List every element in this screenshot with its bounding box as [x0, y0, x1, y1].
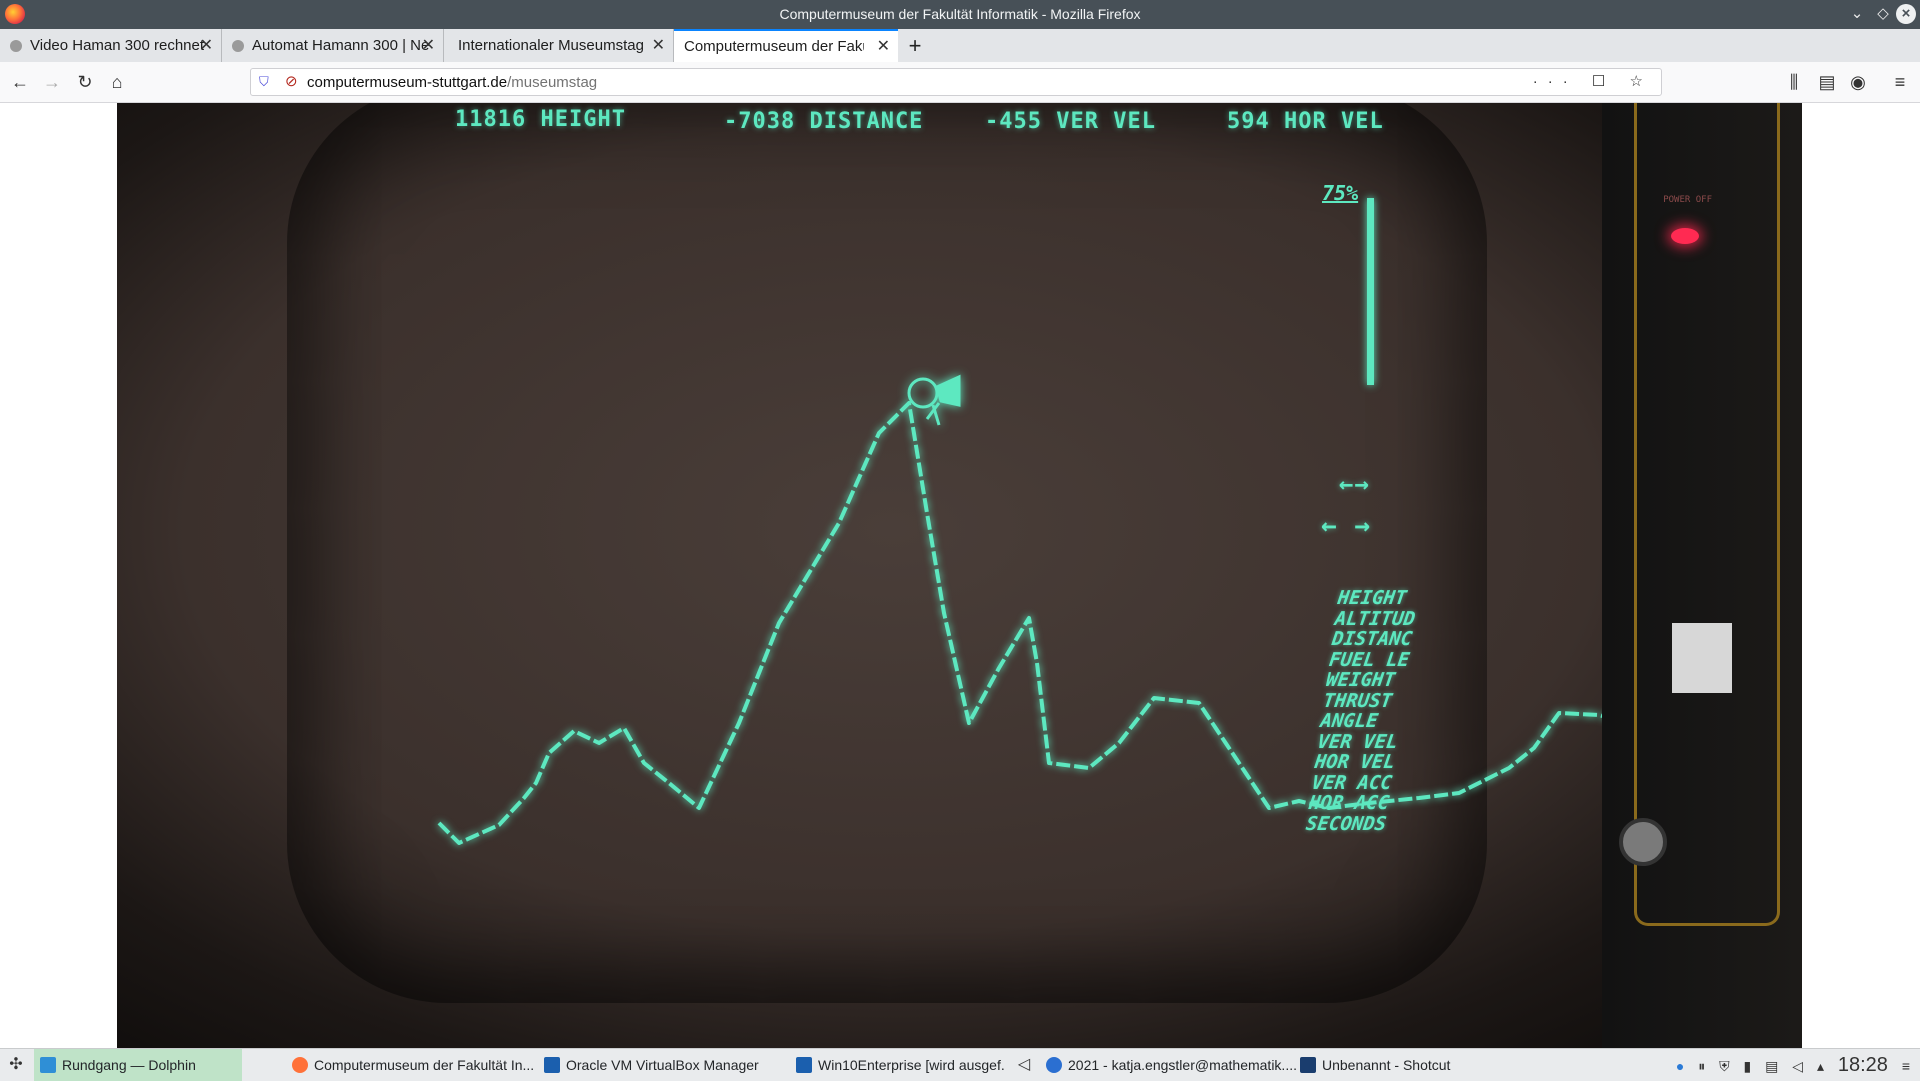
url-host: computermuseum-stuttgart.de: [307, 74, 508, 91]
navigation-bar: ← → ↻ ⌂ ⛉ ⊘ computermuseum-stuttgart.de/…: [0, 62, 1920, 103]
desktop-menu-icon[interactable]: ≡: [1902, 1050, 1910, 1082]
account-icon[interactable]: ◉: [1846, 70, 1870, 94]
taskbar-item-thunderbird[interactable]: 2021 - katja.engstler@mathematik....: [1040, 1049, 1296, 1081]
power-label: POWER OFF: [1663, 195, 1712, 205]
minimize-icon[interactable]: ⌄: [1846, 3, 1868, 25]
speaker-icon[interactable]: ◁: [1792, 1050, 1803, 1082]
url-path: /museumstag: [507, 74, 598, 91]
library-icon[interactable]: ⫼: [1782, 70, 1806, 94]
maximize-icon[interactable]: ◇: [1872, 3, 1894, 25]
cabinet-frame: [1634, 103, 1780, 926]
notification-icon[interactable]: ●: [1676, 1050, 1684, 1082]
system-tray: ● ⏸ ⛨ ▮ ▤ ◁ ▴ 18:28 ≡: [1666, 1049, 1910, 1081]
taskbar-item-shotcut[interactable]: Unbenannt - Shotcut: [1294, 1049, 1514, 1081]
taskbar-item-label: Computermuseum der Fakultät In...: [314, 1057, 534, 1073]
url-text[interactable]: computermuseum-stuttgart.de/museumstag: [307, 74, 597, 91]
taskbar-item-label: Oracle VM VirtualBox Manager: [566, 1057, 759, 1073]
page-actions[interactable]: ··· ☐ ☆: [1533, 72, 1653, 90]
window-title: Computermuseum der Fakultät Informatik -…: [779, 6, 1141, 22]
taskbar-item-virtualbox[interactable]: Oracle VM VirtualBox Manager: [538, 1049, 788, 1081]
sidebar-icon[interactable]: ▤: [1815, 70, 1839, 94]
tab-close-icon[interactable]: ✕: [652, 29, 665, 62]
url-bar[interactable]: ⛉ ⊘ computermuseum-stuttgart.de/museumst…: [250, 68, 1662, 96]
tab-label: Internationaler Museumstag: [458, 37, 643, 54]
tab-close-icon[interactable]: ✕: [877, 31, 890, 62]
tab-strip: Video Haman 300 rechnet ✕ Automat Hamann…: [0, 29, 1920, 63]
volume-icon[interactable]: ◁: [1012, 1053, 1036, 1077]
tab-label: Video Haman 300 rechnet: [30, 37, 205, 54]
lunar-lander-scene: [437, 374, 1630, 845]
reload-icon[interactable]: ↻: [73, 70, 97, 94]
window-titlebar: Computermuseum der Fakultät Informatik -…: [0, 0, 1920, 29]
tray-expand-icon[interactable]: ▴: [1817, 1050, 1824, 1082]
pause-icon[interactable]: ⏸: [1698, 1050, 1705, 1082]
tab-automat-hamann[interactable]: Automat Hamann 300 | Ne ✕: [222, 29, 444, 62]
taskbar-item-firefox[interactable]: Computermuseum der Fakultät In...: [286, 1049, 534, 1081]
tab-favicon-icon: [232, 40, 244, 52]
clipboard-icon[interactable]: ▤: [1765, 1050, 1778, 1082]
app-launcher-icon[interactable]: ✣: [4, 1053, 28, 1077]
page-content: 11816 HEIGHT -7038 DISTANCE -455 VER VEL…: [0, 103, 1920, 1048]
power-led: [1671, 228, 1699, 244]
vpn-icon[interactable]: ⛨: [1719, 1050, 1730, 1082]
home-icon[interactable]: ⌂: [105, 70, 129, 94]
back-icon[interactable]: ←: [8, 70, 32, 94]
virtualbox-icon: [544, 1057, 560, 1073]
vm-icon: [796, 1057, 812, 1073]
tab-video-haman[interactable]: Video Haman 300 rechnet ✕: [0, 29, 222, 62]
close-window-icon[interactable]: ×: [1896, 4, 1916, 24]
taskbar: ✣ Rundgang — Dolphin Computermuseum der …: [0, 1048, 1920, 1081]
tracking-shield-icon[interactable]: ⛉: [259, 74, 273, 90]
cabinet-panel: POWER OFF: [1602, 103, 1802, 1048]
battery-icon[interactable]: ▮: [1744, 1050, 1752, 1082]
new-tab-button[interactable]: +: [904, 29, 926, 62]
forward-icon[interactable]: →: [40, 70, 64, 94]
taskbar-item-label: Win10Enterprise [wird ausgef...: [818, 1057, 1006, 1073]
tab-close-icon[interactable]: ✕: [422, 29, 435, 62]
mail-icon: [1046, 1057, 1062, 1073]
tab-computermuseum[interactable]: Computermuseum der Fakultä ✕: [674, 29, 898, 62]
shotcut-icon: [1300, 1057, 1316, 1073]
tab-favicon-icon: [10, 40, 22, 52]
clock: 18:28: [1837, 1054, 1888, 1076]
cabinet-switch: [1672, 623, 1732, 693]
taskbar-item-dolphin[interactable]: Rundgang — Dolphin: [34, 1049, 242, 1081]
taskbar-item-label: 2021 - katja.engstler@mathematik....: [1068, 1057, 1296, 1073]
folder-icon: [40, 1057, 56, 1073]
lander-icon: [907, 374, 961, 426]
taskbar-item-label: Unbenannt - Shotcut: [1322, 1057, 1451, 1073]
firefox-icon: [292, 1057, 308, 1073]
video-player[interactable]: 11816 HEIGHT -7038 DISTANCE -455 VER VEL…: [117, 103, 1802, 1048]
terrain-line: [437, 401, 1630, 845]
tab-label: Computermuseum der Fakultä: [684, 38, 864, 55]
taskbar-item-label: Rundgang — Dolphin: [62, 1057, 196, 1073]
insecure-lock-icon[interactable]: ⊘: [285, 72, 298, 90]
tab-label: Automat Hamann 300 | Ne: [252, 37, 430, 54]
taskbar-item-win10[interactable]: Win10Enterprise [wird ausgef...: [790, 1049, 1006, 1081]
tab-close-icon[interactable]: ✕: [200, 29, 213, 62]
cabinet-knob: [1619, 818, 1667, 866]
tab-museumstag[interactable]: Internationaler Museumstag ✕: [444, 29, 674, 62]
menu-icon[interactable]: ≡: [1888, 70, 1912, 94]
